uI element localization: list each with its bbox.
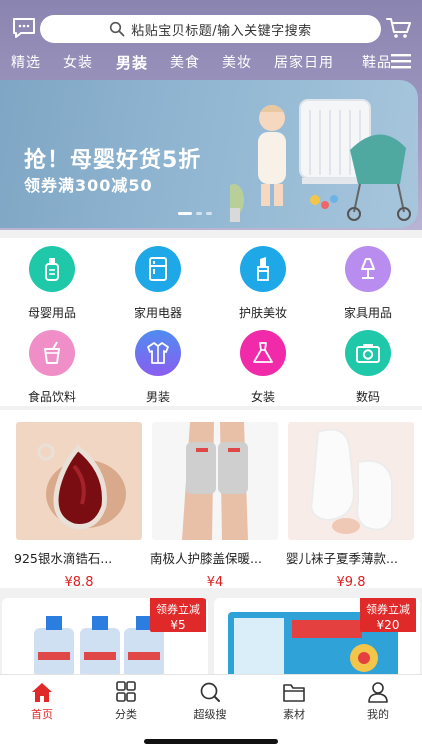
search-icon: [110, 21, 125, 37]
search-placeholder: 粘贴宝贝标题/输入关键字搜索: [131, 23, 312, 39]
grid-item-menswear[interactable]: 男装: [108, 330, 208, 410]
fridge-icon: [135, 246, 181, 292]
promo-banner[interactable]: 抢！母婴好货5折 领券满300减50: [0, 80, 418, 228]
pagination-dot-active: [178, 212, 192, 215]
product-image: [288, 422, 414, 540]
grid-item-baby[interactable]: 母婴用品: [2, 246, 102, 326]
tab-category[interactable]: 鞋品: [362, 52, 390, 72]
coupon-card[interactable]: 领券立减 ¥20: [214, 598, 420, 678]
lipstick-icon: [240, 246, 286, 292]
tab-materials[interactable]: 素材: [252, 681, 336, 722]
product-list: 925银水滴锆石... ¥8.8 南极人护膝盖保暖... ¥4 婴儿袜子夏季薄款…: [0, 410, 422, 590]
grid-item-digital[interactable]: 数码: [318, 330, 418, 410]
user-icon: [368, 682, 388, 703]
banner-image: [230, 99, 411, 222]
coupon-value: ¥5: [170, 618, 186, 632]
product-card[interactable]: 925银水滴锆石... ¥8.8: [14, 422, 144, 590]
grid-item-label: 母婴用品: [27, 306, 76, 320]
grid-item-label: 女装: [250, 390, 275, 404]
banner-pagination: [178, 212, 212, 215]
coupon-cards: 领券立减 ¥5 领券立减 ¥20: [0, 596, 422, 678]
pagination-dot: [206, 212, 212, 215]
product-price: ¥8.8: [64, 575, 94, 590]
tab-super-search[interactable]: 超级搜: [168, 681, 252, 722]
product-image: [152, 422, 278, 540]
message-icon[interactable]: [12, 17, 36, 39]
camera-icon: [345, 330, 391, 376]
grid-icon: [116, 681, 136, 702]
search-icon: [200, 682, 220, 702]
tab-label: 超级搜: [193, 708, 227, 721]
tab-category-active[interactable]: 男装: [116, 52, 148, 73]
top-bar: 粘贴宝贝标题/输入关键字搜索: [0, 10, 422, 46]
menu-icon[interactable]: [390, 52, 412, 70]
coupon-card[interactable]: 领券立减 ¥5: [2, 598, 208, 678]
banner-subtitle: 领券满300减50: [24, 176, 153, 195]
grid-item-label: 家具用品: [343, 306, 392, 320]
tab-category[interactable]: 美食: [170, 52, 200, 72]
tab-category[interactable]: 分类: [84, 681, 168, 722]
product-card[interactable]: 婴儿袜子夏季薄款... ¥9.8: [286, 422, 416, 590]
product-title: 925银水滴锆石...: [14, 551, 113, 566]
coupon-value: ¥20: [376, 618, 400, 632]
tab-category[interactable]: 美妆: [222, 52, 252, 72]
coupon-badge: 领券立减 ¥5: [150, 598, 206, 632]
grid-item-beauty[interactable]: 护肤美妆: [213, 246, 313, 326]
tab-category[interactable]: 精选: [11, 52, 41, 72]
product-card[interactable]: 南极人护膝盖保暖... ¥4: [150, 422, 280, 590]
dress-icon: [240, 330, 286, 376]
grid-item-label: 数码: [355, 390, 380, 404]
grid-item-womenswear[interactable]: 女装: [213, 330, 313, 410]
tab-label: 素材: [283, 708, 305, 721]
folder-icon: [283, 684, 305, 702]
grid-item-label: 家用电器: [133, 306, 182, 320]
grid-item-furniture[interactable]: 家具用品: [318, 246, 418, 326]
lamp-icon: [345, 246, 391, 292]
drink-icon: [29, 330, 75, 376]
home-icon: [32, 683, 52, 702]
tab-category[interactable]: 居家日用: [274, 52, 334, 72]
tab-home[interactable]: 首页: [0, 681, 84, 722]
product-image: [16, 422, 142, 540]
product-title: 婴儿袜子夏季薄款...: [286, 551, 398, 566]
shirt-icon: [135, 330, 181, 376]
grid-item-label: 男装: [145, 390, 170, 404]
baby-bottle-icon: [29, 246, 75, 292]
category-grid: 母婴用品 家用电器 护肤美妆 家具用品 食品饮料 男装 女装 数码: [0, 238, 422, 406]
coupon-label: 领券立减: [366, 603, 410, 616]
tab-mine[interactable]: 我的: [336, 681, 420, 722]
tab-category[interactable]: 女装: [63, 52, 93, 72]
coupon-badge: 领券立减 ¥20: [360, 598, 416, 632]
cart-icon[interactable]: [386, 16, 412, 40]
tab-label: 分类: [115, 708, 137, 721]
grid-item-appliance[interactable]: 家用电器: [108, 246, 208, 326]
tab-label: 首页: [31, 708, 53, 721]
grid-item-label: 食品饮料: [27, 390, 76, 404]
coupon-label: 领券立减: [156, 603, 200, 616]
grid-item-label: 护肤美妆: [238, 306, 287, 320]
home-indicator[interactable]: [144, 739, 278, 744]
banner-title: 抢！母婴好货5折: [24, 148, 202, 173]
pagination-dot: [196, 212, 202, 215]
grid-item-food[interactable]: 食品饮料: [2, 330, 102, 410]
category-tabs: 精选 女装 男装 美食 美妆 居家日用 鞋品: [0, 50, 390, 76]
product-title: 南极人护膝盖保暖...: [150, 551, 262, 566]
product-price: ¥4: [206, 575, 224, 590]
search-input[interactable]: 粘贴宝贝标题/输入关键字搜索: [40, 15, 381, 43]
product-price: ¥9.8: [336, 575, 366, 590]
tab-label: 我的: [367, 708, 389, 721]
header: 粘贴宝贝标题/输入关键字搜索 精选 女装 男装 美食 美妆 居家日用 鞋品 抢！…: [0, 0, 422, 230]
